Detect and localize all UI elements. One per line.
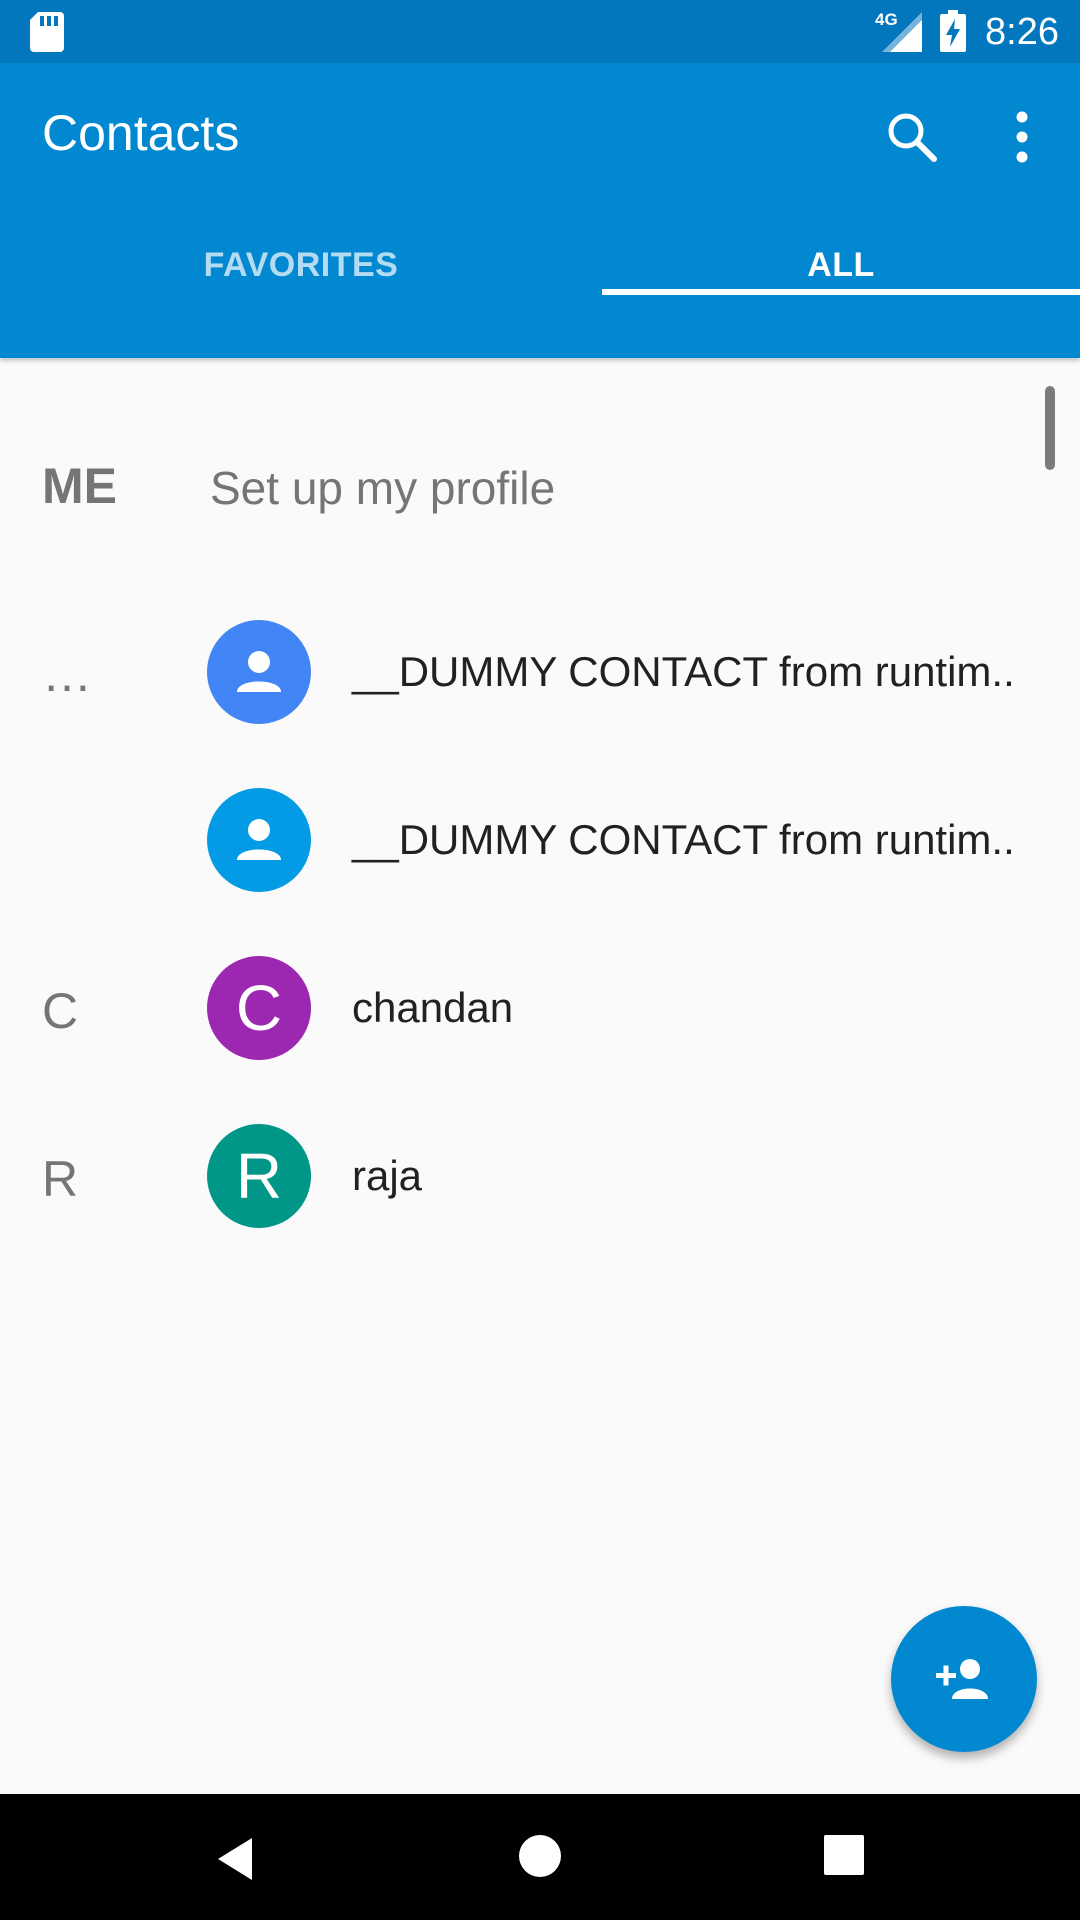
contact-name: raja: [352, 1152, 423, 1199]
me-section-label: ME: [42, 458, 117, 514]
contacts-screen: 4G 8:26 Contacts FAVORITES ALL ME Set up…: [0, 0, 1080, 1920]
tab-all[interactable]: ALL: [602, 203, 1080, 328]
contact-row[interactable]: __DUMMY CONTACT from runtim..: [0, 788, 1080, 956]
scrollbar[interactable]: [1045, 386, 1055, 470]
tab-favorites[interactable]: FAVORITES: [0, 203, 602, 328]
person-icon: [237, 819, 281, 860]
contact-row[interactable]: C chandan: [0, 956, 1080, 1124]
navigation-bar: [0, 1794, 1080, 1920]
status-bar: 4G 8:26: [0, 0, 1080, 63]
recents-icon[interactable]: [823, 1834, 865, 1876]
contact-row[interactable]: __DUMMY CONTACT from runtim..: [0, 620, 1080, 788]
status-time: 8:26: [985, 11, 1059, 53]
person-icon: [237, 651, 281, 692]
add-contact-button[interactable]: [891, 1606, 1037, 1752]
contact-name: __DUMMY CONTACT from runtim..: [352, 648, 1015, 695]
app-bar: Contacts FAVORITES ALL: [0, 63, 1080, 358]
avatar: R: [207, 1124, 311, 1228]
more-vert-icon[interactable]: [1000, 107, 1044, 167]
avatar: [207, 620, 311, 724]
contact-name: chandan: [352, 984, 514, 1031]
home-icon[interactable]: [518, 1834, 562, 1878]
add-person-icon: [936, 1659, 988, 1699]
signal-icon: [882, 12, 922, 52]
contact-row[interactable]: R raja: [0, 1124, 1080, 1292]
setup-profile-link[interactable]: Set up my profile: [210, 460, 555, 516]
avatar: C: [207, 956, 311, 1060]
app-title: Contacts: [42, 105, 240, 161]
back-icon[interactable]: [212, 1834, 260, 1884]
sd-card-icon: [30, 12, 64, 52]
avatar: [207, 788, 311, 892]
contact-name: __DUMMY CONTACT from runtim..: [352, 816, 1015, 863]
tab-indicator: [602, 289, 1080, 295]
search-icon[interactable]: [882, 107, 942, 167]
battery-charging-icon: [940, 10, 966, 52]
